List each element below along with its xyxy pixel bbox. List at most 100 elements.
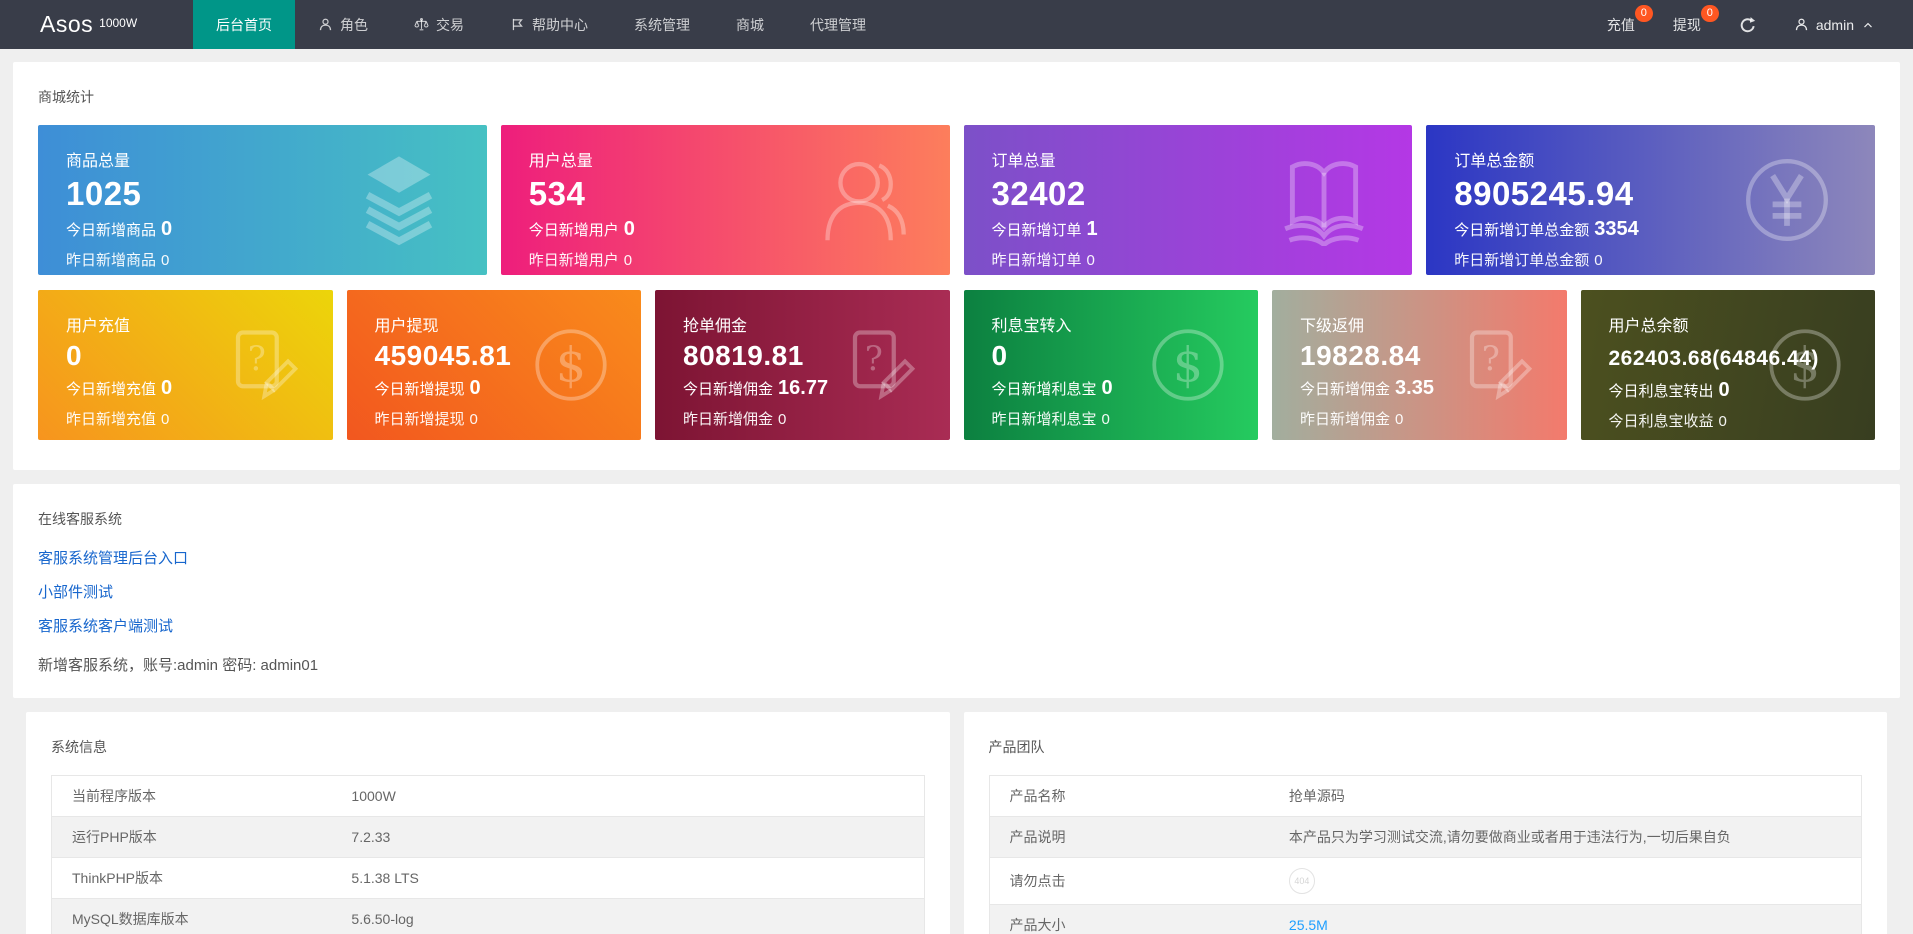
- doc-question-pencil-icon: [840, 325, 920, 405]
- stat-card-interest-transfer-in: 利息宝转入 0 今日新增利息宝0 昨日新增利息宝0: [964, 290, 1259, 440]
- nav-item-trade[interactable]: 交易: [391, 0, 487, 49]
- recharge-label: 充值: [1607, 15, 1635, 35]
- stat-line-yesterday: 昨日新增充值0: [66, 408, 333, 429]
- row-value: 本产品只为学习测试交流,请勿要做商业或者用于违法行为,一切后果自负: [1277, 817, 1862, 858]
- row-label: ThinkPHP版本: [52, 858, 340, 899]
- stat-card-order-amount-total: 订单总金额 8905245.94 今日新增订单总金额3354 昨日新增订单总金额…: [1426, 125, 1875, 275]
- mall-stats-panel: 商城统计 商品总量 1025 今日新增商品0 昨日新增商品0 用户总量 534 …: [13, 62, 1900, 470]
- nav-item-label: 帮助中心: [532, 15, 588, 35]
- stat-line-yesterday: 昨日新增订单总金额0: [1454, 249, 1875, 270]
- table-row: 产品说明 本产品只为学习测试交流,请勿要做商业或者用于违法行为,一切后果自负: [989, 817, 1862, 858]
- nav-item-home[interactable]: 后台首页: [193, 0, 295, 49]
- stat-card-users-total: 用户总量 534 今日新增用户0 昨日新增用户0: [501, 125, 950, 275]
- refresh-button[interactable]: [1720, 0, 1776, 49]
- person-icon: [1794, 17, 1809, 32]
- widget-test-link[interactable]: 小部件测试: [38, 581, 113, 602]
- nav-item-label: 后台首页: [216, 15, 272, 35]
- withdraw-label: 提现: [1673, 15, 1701, 35]
- doc-question-pencil-icon: [223, 325, 303, 405]
- app-logo: Asos 1000W: [0, 0, 193, 49]
- stat-line-yesterday: 昨日新增用户0: [529, 249, 950, 270]
- doc-question-pencil-icon: [1457, 325, 1537, 405]
- nav-item-label: 角色: [340, 15, 368, 35]
- nav-item-agent-manage[interactable]: 代理管理: [787, 0, 889, 49]
- yen-circle-icon: [1741, 154, 1833, 246]
- product-team-panel: 产品团队 产品名称 抢单源码 产品说明 本产品只为学习测试交流,请勿要做商业或者…: [964, 712, 1888, 934]
- online-service-panel: 在线客服系统 客服系统管理后台入口 小部件测试 客服系统客户端测试 新增客服系统…: [13, 484, 1900, 698]
- nav-item-label: 商城: [736, 15, 764, 35]
- table-row: ThinkPHP版本 5.1.38 LTS: [52, 858, 925, 899]
- person-icon: [318, 17, 333, 32]
- stat-line-yesterday: 昨日新增佣金0: [1300, 408, 1567, 429]
- nav-item-label: 代理管理: [810, 15, 866, 35]
- row-label: 产品名称: [989, 776, 1277, 817]
- stat-card-grab-commission: 抢单佣金 80819.81 今日新增佣金16.77 昨日新增佣金0: [655, 290, 950, 440]
- stat-card-user-withdraw: 用户提现 459045.81 今日新增提现0 昨日新增提现0: [347, 290, 642, 440]
- flag-icon: [510, 17, 525, 32]
- scales-icon: [414, 17, 429, 32]
- table-row: 当前程序版本 1000W: [52, 776, 925, 817]
- logo-version: 1000W: [99, 16, 137, 30]
- service-admin-entry-link[interactable]: 客服系统管理后台入口: [38, 547, 188, 568]
- refresh-icon: [1739, 16, 1757, 34]
- stat-line-yesterday: 昨日新增利息宝0: [992, 408, 1259, 429]
- row-label: 产品说明: [989, 817, 1277, 858]
- username: admin: [1816, 17, 1854, 33]
- dollar-circle-icon: [1765, 325, 1845, 405]
- table-row: MySQL数据库版本 5.6.50-log: [52, 899, 925, 934]
- panel-title: 系统信息: [51, 737, 925, 757]
- row-label: 运行PHP版本: [52, 817, 340, 858]
- service-account-note: 新增客服系统，账号:admin 密码: admin01: [38, 654, 1875, 675]
- table-row: 产品名称 抢单源码: [989, 776, 1862, 817]
- product-size-link[interactable]: 25.5M: [1289, 917, 1328, 933]
- row-label: 当前程序版本: [52, 776, 340, 817]
- row-label: 产品大小: [989, 905, 1277, 934]
- stat-line-yesterday: 今日利息宝收益0: [1609, 410, 1876, 431]
- panel-title: 商城统计: [38, 87, 1875, 107]
- recharge-badge: 0: [1635, 5, 1653, 22]
- stat-card-orders-total: 订单总量 32402 今日新增订单1 昨日新增订单0: [964, 125, 1413, 275]
- withdraw-button[interactable]: 提现 0: [1654, 0, 1720, 49]
- stat-card-sub-rebate: 下级返佣 19828.84 今日新增佣金3.35 昨日新增佣金0: [1272, 290, 1567, 440]
- panel-title: 产品团队: [989, 737, 1863, 757]
- bottom-panels: 系统信息 当前程序版本 1000W 运行PHP版本 7.2.33 ThinkPH…: [26, 712, 1887, 934]
- system-info-panel: 系统信息 当前程序版本 1000W 运行PHP版本 7.2.33 ThinkPH…: [26, 712, 950, 934]
- row-value: 5.6.50-log: [339, 899, 924, 934]
- nav-item-label: 系统管理: [634, 15, 690, 35]
- table-row: 请勿点击 404: [989, 858, 1862, 905]
- nav-item-system-manage[interactable]: 系统管理: [611, 0, 713, 49]
- stat-card-user-recharge: 用户充值 0 今日新增充值0 昨日新增充值0: [38, 290, 333, 440]
- dollar-circle-icon: [1148, 325, 1228, 405]
- stats-row-1: 商品总量 1025 今日新增商品0 昨日新增商品0 用户总量 534 今日新增用…: [38, 125, 1875, 275]
- open-book-icon: [1278, 154, 1370, 246]
- logo-text: Asos: [40, 11, 93, 38]
- nav-item-mall[interactable]: 商城: [713, 0, 787, 49]
- row-value: 抢单源码: [1277, 776, 1862, 817]
- stat-line-yesterday: 昨日新增提现0: [375, 408, 642, 429]
- layers-icon: [353, 154, 445, 246]
- row-value: 5.1.38 LTS: [339, 858, 924, 899]
- row-value: 1000W: [339, 776, 924, 817]
- table-row: 产品大小 25.5M: [989, 905, 1862, 934]
- row-value: 25.5M: [1277, 905, 1862, 934]
- nav-item-label: 交易: [436, 15, 464, 35]
- withdraw-badge: 0: [1701, 5, 1719, 22]
- stat-line-yesterday: 昨日新增订单0: [992, 249, 1413, 270]
- users-icon: [816, 154, 908, 246]
- row-value: 7.2.33: [339, 817, 924, 858]
- stat-card-user-balance: 用户总余额 262403.68(64846.44) 今日利息宝转出0 今日利息宝…: [1581, 290, 1876, 440]
- stat-card-products-total: 商品总量 1025 今日新增商品0 昨日新增商品0: [38, 125, 487, 275]
- broken-image-404-badge[interactable]: 404: [1289, 868, 1315, 894]
- top-navbar: Asos 1000W 后台首页 角色 交易 帮助中心 系统管理 商城 代理管理 …: [0, 0, 1913, 49]
- nav-item-help-center[interactable]: 帮助中心: [487, 0, 611, 49]
- product-team-table: 产品名称 抢单源码 产品说明 本产品只为学习测试交流,请勿要做商业或者用于违法行…: [989, 775, 1863, 934]
- table-row: 运行PHP版本 7.2.33: [52, 817, 925, 858]
- stat-line-yesterday: 昨日新增佣金0: [683, 408, 950, 429]
- recharge-button[interactable]: 充值 0: [1588, 0, 1654, 49]
- dollar-circle-icon: [531, 325, 611, 405]
- user-menu[interactable]: admin: [1776, 0, 1881, 49]
- service-client-test-link[interactable]: 客服系统客户端测试: [38, 615, 173, 636]
- stats-row-2: 用户充值 0 今日新增充值0 昨日新增充值0 用户提现 459045.81 今日…: [38, 290, 1875, 440]
- nav-item-roles[interactable]: 角色: [295, 0, 391, 49]
- row-value: 404: [1277, 858, 1862, 905]
